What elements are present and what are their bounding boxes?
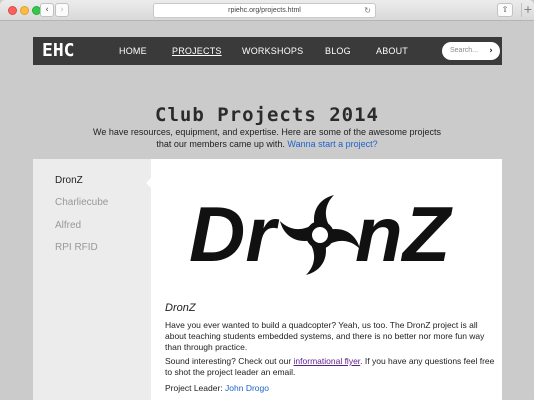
page-viewport: EHC HOME PROJECTS WORKSHOPS BLOG ABOUT S…: [0, 21, 534, 400]
project-description: Have you ever wanted to build a quadcopt…: [165, 320, 485, 352]
browser-toolbar: ‹ › rpiehc.org/projects.html ↻ ⇧ +: [0, 0, 534, 21]
project-sidebar: DronZ Charliecube Alfred RPI RFID: [33, 159, 151, 400]
site-navbar: EHC HOME PROJECTS WORKSHOPS BLOG ABOUT S…: [33, 37, 502, 65]
project-leader-link[interactable]: John Drogo: [225, 383, 269, 393]
search-input[interactable]: Search... ›: [442, 42, 500, 60]
project-flyer-paragraph: Sound interesting? Check out our informa…: [165, 356, 500, 378]
nav-link-projects[interactable]: PROJECTS: [172, 37, 222, 65]
projects-panel: DronZ Charliecube Alfred RPI RFID Dr nZ …: [33, 159, 502, 400]
project-detail: Dr nZ DronZ Have you ever wanted to buil…: [151, 159, 502, 400]
paragraph2-before: Sound interesting? Check out our: [165, 356, 292, 366]
plus-icon: +: [523, 3, 533, 16]
close-window-button[interactable]: [8, 6, 17, 15]
nav-link-blog[interactable]: BLOG: [325, 37, 351, 65]
url-text: rpiehc.org/projects.html: [228, 7, 301, 14]
share-button[interactable]: ⇧: [497, 3, 513, 17]
sidebar-item-dronz[interactable]: DronZ: [55, 175, 83, 186]
chevron-right-icon: ›: [60, 5, 64, 15]
sidebar-item-alfred[interactable]: Alfred: [55, 220, 81, 231]
site-logo[interactable]: EHC: [42, 40, 75, 62]
project-name: DronZ: [165, 302, 196, 314]
nav-link-home[interactable]: HOME: [119, 37, 147, 65]
informational-flyer-link[interactable]: informational flyer: [294, 356, 361, 366]
new-tab-button[interactable]: +: [521, 3, 534, 17]
start-project-link[interactable]: Wanna start a project?: [287, 139, 377, 149]
back-button[interactable]: ‹: [40, 3, 54, 17]
leader-label: Project Leader:: [165, 383, 223, 393]
search-submit-icon[interactable]: ›: [486, 46, 496, 56]
page-title: Club Projects 2014: [155, 104, 379, 126]
forward-button[interactable]: ›: [55, 3, 69, 17]
sidebar-item-charliecube[interactable]: Charliecube: [55, 197, 108, 208]
nav-link-workshops[interactable]: WORKSHOPS: [242, 37, 303, 65]
minimize-window-button[interactable]: [20, 6, 29, 15]
nav-link-about[interactable]: ABOUT: [376, 37, 408, 65]
reload-icon[interactable]: ↻: [364, 4, 371, 17]
share-icon: ⇧: [501, 5, 509, 14]
search-placeholder: Search...: [450, 47, 479, 54]
dronz-logo: Dr nZ: [189, 190, 453, 278]
intro-line-1: We have resources, equipment, and expert…: [92, 127, 441, 137]
project-leader: Project Leader: John Drogo: [165, 383, 500, 394]
browser-window: ‹ › rpiehc.org/projects.html ↻ ⇧ + EHC H…: [0, 0, 534, 400]
sidebar-item-rpi-rfid[interactable]: RPI RFID: [55, 242, 98, 253]
logo-text-left: Dr: [189, 190, 279, 278]
chevron-left-icon: ‹: [45, 5, 49, 15]
intro-line-2-text: that our members came up with.: [156, 139, 285, 149]
logo-text-right: nZ: [355, 190, 453, 278]
intro-line-2: that our members came up with. Wanna sta…: [0, 138, 534, 150]
address-bar[interactable]: rpiehc.org/projects.html ↻: [153, 3, 376, 18]
propeller-icon: [280, 195, 360, 275]
intro-text: We have resources, equipment, and expert…: [0, 126, 534, 150]
